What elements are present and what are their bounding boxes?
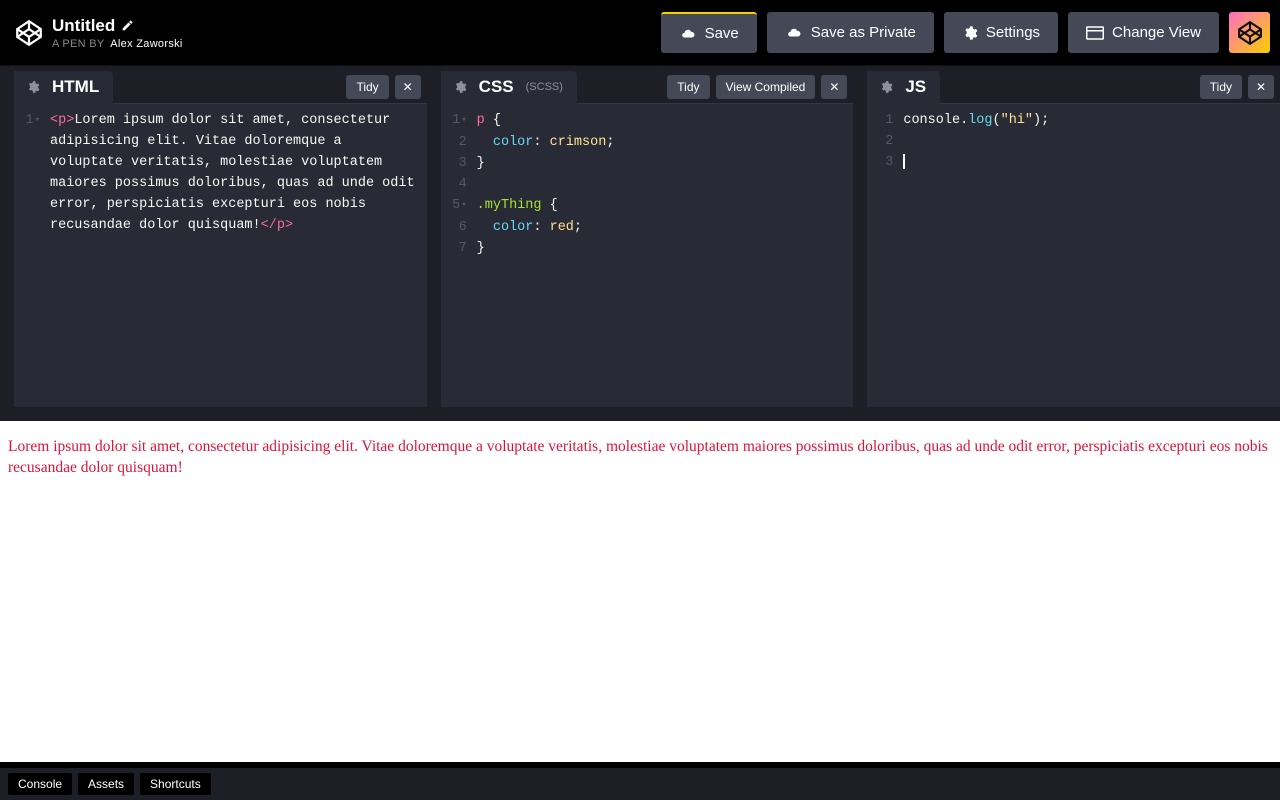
console-button[interactable]: Console xyxy=(8,773,72,795)
layout-icon xyxy=(1086,26,1104,40)
html-editor[interactable]: 1▾ <p>Lorem ipsum dolor sit amet, consec… xyxy=(14,104,427,407)
css-panel: CSS (SCSS) Tidy View Compiled ✕ 1▾p { 2 … xyxy=(441,71,854,407)
editor-panels: HTML Tidy ✕ 1▾ <p>Lorem ipsum dolor sit … xyxy=(0,71,1280,407)
cloud-lock-icon xyxy=(785,26,803,40)
css-editor[interactable]: 1▾p { 2 color: crimson; 3} 4 5▾.myThing … xyxy=(441,104,854,407)
assets-button[interactable]: Assets xyxy=(78,773,134,795)
js-panel: JS Tidy ✕ 1console.log("hi"); 2 3 xyxy=(867,71,1280,407)
html-panel-title: HTML xyxy=(52,77,99,97)
pen-title[interactable]: Untitled xyxy=(52,16,115,36)
cloud-icon xyxy=(679,27,697,41)
shortcuts-button[interactable]: Shortcuts xyxy=(140,773,211,795)
title-area: Untitled A PEN BY Alex Zaworski xyxy=(52,16,661,50)
js-close-button[interactable]: ✕ xyxy=(1248,75,1274,99)
author-link[interactable]: Alex Zaworski xyxy=(110,38,182,50)
header-actions: Save Save as Private Settings Change Vie… xyxy=(661,12,1270,53)
html-tidy-button[interactable]: Tidy xyxy=(346,75,388,99)
edit-title-icon[interactable] xyxy=(121,19,134,32)
codepen-logo-icon[interactable] xyxy=(14,18,44,48)
text-cursor xyxy=(903,154,905,169)
css-panel-title: CSS xyxy=(479,77,514,97)
html-close-button[interactable]: ✕ xyxy=(395,75,421,99)
css-close-button[interactable]: ✕ xyxy=(821,75,847,99)
panel-preview-divider[interactable] xyxy=(0,407,1280,421)
close-icon: ✕ xyxy=(1256,80,1266,94)
preview-paragraph: Lorem ipsum dolor sit amet, consectetur … xyxy=(8,437,1270,479)
html-panel-header: HTML Tidy ✕ xyxy=(14,71,427,104)
js-panel-header: JS Tidy ✕ xyxy=(867,71,1280,104)
line-number: 1▾ xyxy=(14,110,50,236)
save-private-button[interactable]: Save as Private xyxy=(767,12,934,53)
settings-button[interactable]: Settings xyxy=(944,12,1058,53)
user-avatar[interactable] xyxy=(1229,12,1270,53)
gear-icon xyxy=(962,25,978,41)
preview-pane[interactable]: Lorem ipsum dolor sit amet, consectetur … xyxy=(0,421,1280,762)
css-settings-icon[interactable] xyxy=(449,76,471,98)
js-settings-icon[interactable] xyxy=(875,76,897,98)
js-editor[interactable]: 1console.log("hi"); 2 3 xyxy=(867,104,1280,407)
css-panel-header: CSS (SCSS) Tidy View Compiled ✕ xyxy=(441,71,854,104)
css-tidy-button[interactable]: Tidy xyxy=(667,75,709,99)
css-view-compiled-button[interactable]: View Compiled xyxy=(716,75,816,99)
close-icon: ✕ xyxy=(829,80,839,94)
css-preprocessor-label: (SCSS) xyxy=(526,81,563,93)
html-panel: HTML Tidy ✕ 1▾ <p>Lorem ipsum dolor sit … xyxy=(14,71,427,407)
save-button[interactable]: Save xyxy=(661,12,757,53)
byline: A PEN BY Alex Zaworski xyxy=(52,38,661,50)
html-settings-icon[interactable] xyxy=(22,76,44,98)
footer-bar: Console Assets Shortcuts xyxy=(0,768,1280,800)
app-header: Untitled A PEN BY Alex Zaworski Save Sav… xyxy=(0,0,1280,65)
change-view-button[interactable]: Change View xyxy=(1068,12,1219,53)
close-icon: ✕ xyxy=(403,80,413,94)
js-tidy-button[interactable]: Tidy xyxy=(1200,75,1242,99)
js-panel-title: JS xyxy=(905,77,926,97)
